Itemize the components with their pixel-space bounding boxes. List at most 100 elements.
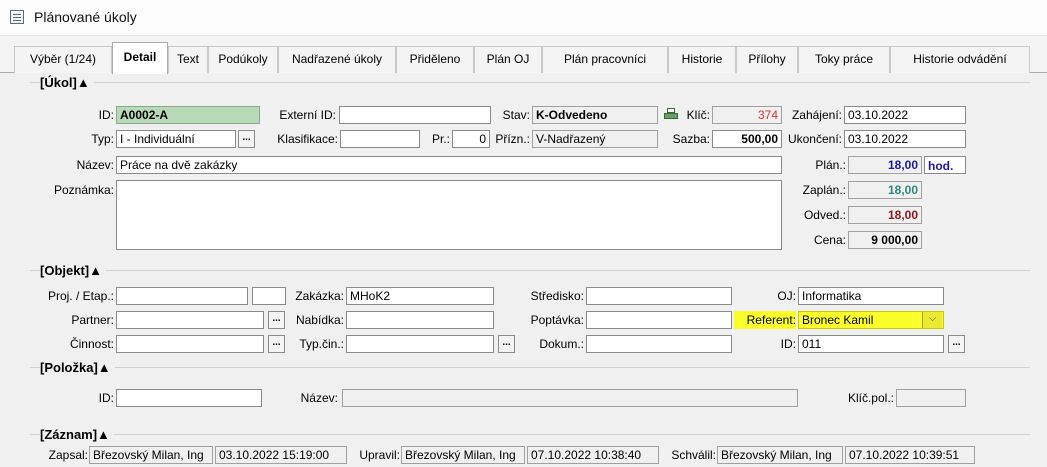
externi-id-label: Externí ID:	[279, 108, 336, 122]
klasifikace-label: Klasifikace:	[277, 132, 338, 146]
sazba-field[interactable]: 500,00	[712, 130, 782, 148]
stav-label: Stav:	[502, 108, 530, 122]
section-divider	[30, 367, 1030, 368]
section-divider	[30, 270, 1030, 271]
tab-vyber[interactable]: Výběr (1/24)	[14, 46, 112, 73]
plan-label: Plán.:	[815, 158, 846, 172]
section-divider	[30, 82, 1030, 83]
zakazka-label: Zakázka:	[295, 289, 344, 303]
tab-podukoly[interactable]: Podúkoly	[208, 46, 278, 73]
oj-label: OJ:	[777, 289, 796, 303]
chevron-down-icon[interactable]: ⌵	[922, 312, 942, 328]
cena-label: Cena:	[813, 233, 846, 247]
zapsal-user-field[interactable]: Březovský Milan, Ing	[89, 446, 213, 464]
section-polozka-title[interactable]: [Položka]▲	[40, 360, 115, 375]
tab-bar: Výběr (1/24) Detail Text Podúkoly Nadřaz…	[0, 36, 1047, 74]
polozka-id-label: ID:	[98, 391, 114, 405]
tab-text[interactable]: Text	[168, 46, 208, 73]
form-icon	[10, 10, 24, 24]
etapa-field[interactable]	[252, 287, 286, 305]
zakazka-field[interactable]: MHoK2	[346, 287, 494, 305]
proj-etap-label: Proj. / Etap.:	[47, 289, 114, 303]
zapsal-date-field[interactable]: 03.10.2022 15:19:00	[215, 446, 347, 464]
poptavka-label: Poptávka:	[530, 313, 584, 327]
cinnost-picker-button[interactable]: ...	[268, 335, 285, 353]
cinnost-field[interactable]	[116, 335, 264, 353]
window-title: Plánované úkoly	[34, 9, 137, 25]
zahajeni-label: Zahájení:	[791, 108, 842, 122]
tab-plan-pracovnici[interactable]: Plán pracovníci	[542, 46, 668, 73]
schvalil-label: Schválil:	[671, 448, 716, 462]
poptavka-field[interactable]	[586, 311, 732, 329]
section-zaznam-title[interactable]: [Záznam]▲	[40, 427, 114, 442]
nabidka-label: Nabídka:	[295, 313, 344, 327]
referent-label: Referent:	[734, 311, 796, 329]
klasifikace-field[interactable]	[340, 130, 420, 148]
tab-toky-prace[interactable]: Toky práce	[798, 46, 890, 73]
tab-historie[interactable]: Historie	[668, 46, 736, 73]
poznamka-textarea[interactable]	[116, 180, 782, 250]
title-bar: Plánované úkoly	[0, 0, 1047, 36]
dokum-label: Dokum.:	[539, 337, 584, 351]
tab-prilohy[interactable]: Přílohy	[736, 46, 798, 73]
section-objekt-title[interactable]: [Objekt]▲	[40, 263, 106, 278]
sazba-label: Sazba:	[672, 132, 710, 146]
typ-label: Typ:	[91, 132, 114, 146]
typcin-field[interactable]	[346, 335, 494, 353]
nabidka-field[interactable]	[346, 311, 494, 329]
klic-field[interactable]: 374	[712, 106, 782, 124]
klic-label: Klíč:	[686, 108, 710, 122]
partner-label: Partner:	[71, 313, 114, 327]
objekt-id-label: ID:	[780, 337, 796, 351]
klicpol-field[interactable]	[896, 389, 966, 407]
stredisko-label: Středisko:	[530, 289, 584, 303]
pr-label: Pr.:	[431, 132, 450, 146]
partner-field[interactable]	[116, 311, 264, 329]
tab-historie-odvadeni[interactable]: Historie odvádění	[890, 46, 1030, 73]
tab-detail[interactable]: Detail	[112, 42, 168, 74]
cinnost-label: Činnost:	[69, 337, 114, 351]
section-divider	[30, 434, 1030, 435]
odved-label: Odved.:	[803, 208, 846, 222]
dokum-field[interactable]	[586, 335, 732, 353]
zaplan-field[interactable]: 18,00	[848, 181, 922, 199]
section-ukol-title[interactable]: [Úkol]▲	[40, 75, 94, 90]
polozka-id-field[interactable]	[116, 389, 262, 407]
prizn-field[interactable]: V-Nadřazený	[532, 130, 658, 148]
projekt-field[interactable]	[116, 287, 248, 305]
odved-field[interactable]: 18,00	[848, 206, 922, 224]
ukonceni-label: Ukončení:	[787, 132, 842, 146]
stredisko-field[interactable]	[586, 287, 732, 305]
id-label: ID:	[98, 108, 114, 122]
polozka-nazev-field[interactable]	[342, 389, 798, 407]
objekt-id-field[interactable]: 011	[798, 335, 944, 353]
tab-plan-oj[interactable]: Plán OJ	[474, 46, 542, 73]
prizn-label: Přízn.:	[495, 132, 530, 146]
tab-prideleno[interactable]: Přiděleno	[396, 46, 474, 73]
poznamka-label: Poznámka:	[53, 183, 114, 197]
print-icon[interactable]	[664, 108, 678, 121]
id-field[interactable]: A0002-A	[116, 106, 260, 124]
upravil-user-field[interactable]: Březovský Milan, Ing	[401, 446, 525, 464]
partner-picker-button[interactable]: ...	[268, 311, 285, 329]
typ-field[interactable]: I - Individuální	[116, 130, 236, 148]
objekt-id-picker-button[interactable]: ...	[948, 335, 965, 353]
schvalil-user-field[interactable]: Březovský Milan, Ing	[717, 446, 843, 464]
zahajeni-field[interactable]: 03.10.2022	[844, 106, 966, 124]
nazev-label: Název:	[76, 158, 114, 172]
typ-picker-button[interactable]: ...	[238, 130, 255, 148]
schvalil-date-field[interactable]: 07.10.2022 10:39:51	[845, 446, 975, 464]
polozka-nazev-label: Název:	[300, 391, 338, 405]
oj-field[interactable]: Informatika	[798, 287, 944, 305]
tab-nadrazene-ukoly[interactable]: Nadřazené úkoly	[278, 46, 396, 73]
cena-field[interactable]: 9 000,00	[848, 231, 922, 249]
nazev-field[interactable]: Práce na dvě zakázky	[116, 156, 782, 174]
detail-panel: [Úkol]▲ ID: A0002-A Externí ID: Stav: K-…	[0, 73, 1047, 467]
ukonceni-field[interactable]: 03.10.2022	[844, 130, 966, 148]
externi-id-field[interactable]	[339, 106, 491, 124]
stav-field[interactable]: K-Odvedeno	[532, 106, 658, 124]
typcin-label: Typ.čin.:	[299, 337, 344, 351]
upravil-date-field[interactable]: 07.10.2022 10:38:40	[527, 446, 659, 464]
plan-field[interactable]: 18,00	[848, 156, 922, 174]
zapsal-label: Zapsal:	[48, 448, 88, 462]
